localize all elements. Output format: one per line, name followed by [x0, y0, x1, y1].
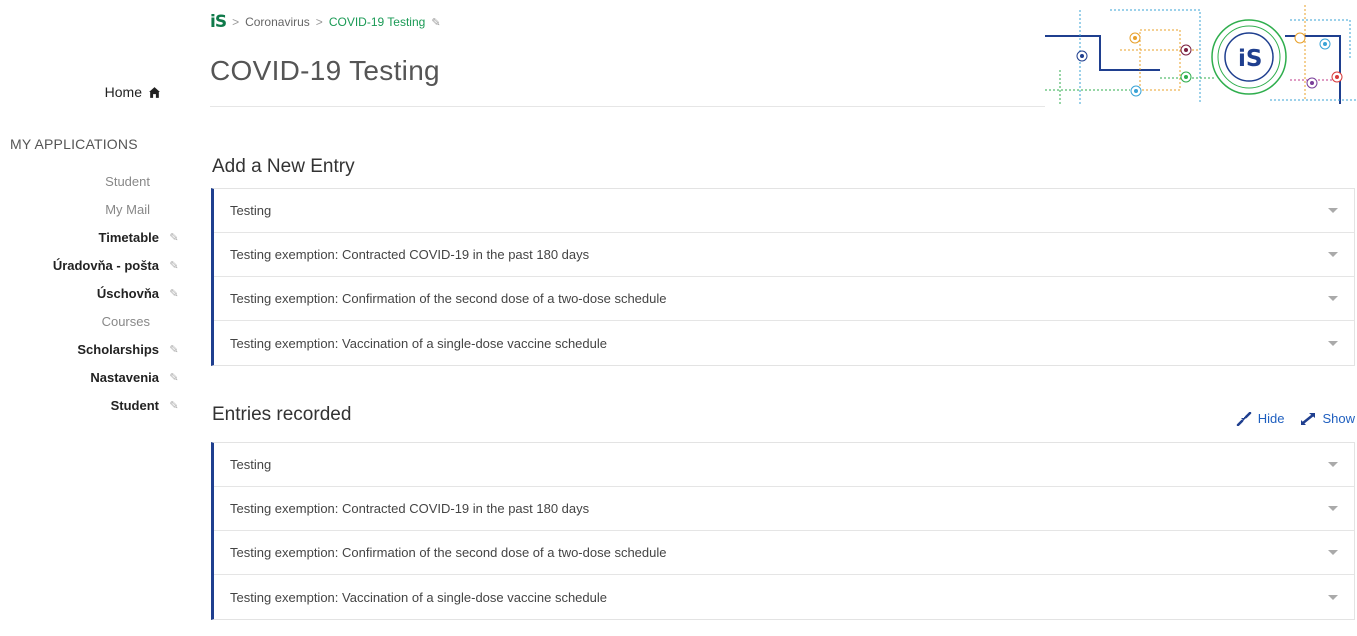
sidebar-item-label: My Mail	[105, 201, 150, 217]
home-link[interactable]: Home	[105, 84, 161, 100]
sidebar-item-label: Student	[105, 173, 150, 189]
breadcrumb-coronavirus[interactable]: Coronavirus	[245, 15, 310, 29]
sidebar-item-label: Student	[110, 397, 159, 413]
sidebar-item[interactable]: Úradovňa - pošta ✎	[0, 251, 185, 279]
chevron-down-icon	[1328, 208, 1338, 213]
row-label: Testing	[230, 457, 272, 472]
accordion-row[interactable]: Testing exemption: Contracted COVID-19 i…	[214, 487, 1354, 531]
accordion-row[interactable]: Testing exemption: Vaccination of a sing…	[214, 575, 1354, 619]
accordion-row[interactable]: Testing exemption: Confirmation of the s…	[214, 277, 1354, 321]
breadcrumb-current[interactable]: COVID-19 Testing	[329, 15, 426, 29]
sidebar-item[interactable]: Nastavenia ✎	[0, 363, 185, 391]
accordion-row[interactable]: Testing exemption: Vaccination of a sing…	[214, 321, 1354, 365]
chevron-down-icon	[1328, 506, 1338, 511]
row-label: Testing exemption: Contracted COVID-19 i…	[230, 501, 590, 516]
breadcrumb-separator: >	[232, 15, 240, 29]
accordion-row[interactable]: Testing exemption: Contracted COVID-19 i…	[214, 233, 1354, 277]
row-label: Testing exemption: Vaccination of a sing…	[230, 335, 607, 351]
row-label: Testing exemption: Contracted COVID-19 i…	[230, 247, 590, 262]
sidebar-item[interactable]: Scholarships ✎	[0, 335, 185, 363]
pin-icon[interactable]: ✎	[163, 287, 185, 300]
accordion-row[interactable]: Testing	[214, 443, 1354, 487]
circuit-banner-logo: iS	[1045, 5, 1357, 105]
chevron-down-icon	[1328, 594, 1338, 600]
sidebar-item-label: Courses	[101, 313, 150, 329]
show-button[interactable]: Show	[1300, 411, 1355, 426]
sidebar: Home MY APPLICATIONS Student My Mail Timet…	[0, 0, 185, 636]
sidebar-item-label: Scholarships	[77, 341, 159, 357]
sidebar-item-label: Úschovňa	[96, 285, 159, 301]
entries-recorded-heading: Entries recorded	[212, 404, 352, 425]
row-label: Testing exemption: Vaccination of a sing…	[230, 589, 607, 605]
pin-icon[interactable]: ✎	[431, 16, 440, 29]
row-label: Testing	[230, 203, 272, 218]
pin-icon[interactable]: ✎	[163, 343, 185, 356]
expand-icon	[1301, 412, 1316, 425]
breadcrumb: iS > Coronavirus > COVID-19 Testing ✎	[210, 12, 441, 32]
chevron-down-icon	[1328, 462, 1338, 467]
hide-label: Hide	[1257, 411, 1285, 426]
page-title: COVID-19 Testing	[210, 55, 440, 86]
pin-icon[interactable]: ✎	[163, 259, 185, 272]
row-label: Testing exemption: Confirmation of the s…	[230, 545, 667, 560]
row-label: Testing exemption: Confirmation of the s…	[230, 291, 667, 306]
sidebar-item[interactable]: My Mail	[0, 195, 185, 223]
sidebar-item[interactable]: Úschovňa ✎	[0, 279, 185, 307]
pin-icon[interactable]: ✎	[163, 371, 185, 384]
sidebar-item[interactable]: Timetable ✎	[0, 223, 185, 251]
chevron-down-icon	[1328, 252, 1338, 257]
add-entry-heading: Add a New Entry	[212, 156, 355, 177]
accordion-row[interactable]: Testing	[214, 189, 1354, 233]
sidebar-item[interactable]: Courses	[0, 307, 185, 335]
sidebar-item[interactable]: Student	[0, 167, 185, 195]
pin-icon[interactable]: ✎	[163, 399, 185, 412]
home-label: Home	[104, 84, 142, 100]
chevron-down-icon	[1328, 550, 1338, 555]
sidebar-item-label: Timetable	[98, 229, 159, 245]
sidebar-item[interactable]: Student ✎	[0, 391, 185, 419]
add-entry-panel: Testing Testing exemption: Contracted CO…	[211, 188, 1355, 366]
is-logo[interactable]: iS	[210, 12, 227, 32]
entries-recorded-panel: Testing Testing exemption: Contracted CO…	[211, 442, 1355, 620]
applications-menu: Student My Mail Timetable ✎ Úradovňa - pošta…	[0, 167, 185, 419]
pin-icon[interactable]: ✎	[163, 231, 185, 244]
accordion-row[interactable]: Testing exemption: Confirmation of the s…	[214, 531, 1354, 575]
breadcrumb-separator: >	[315, 15, 323, 29]
collapse-icon	[1236, 411, 1251, 426]
chevron-down-icon	[1328, 340, 1338, 346]
show-label: Show	[1322, 411, 1355, 426]
hide-show-toggles: Hide Show	[1236, 411, 1355, 426]
svg-text:iS: iS	[1238, 46, 1262, 72]
chevron-down-icon	[1328, 296, 1338, 301]
title-divider	[210, 106, 1045, 107]
sidebar-item-label: Úradovňa - pošta	[52, 257, 159, 273]
my-applications-heading: MY APPLICATIONS	[10, 136, 138, 152]
hide-button[interactable]: Hide	[1236, 411, 1285, 426]
sidebar-item-label: Nastavenia	[90, 369, 159, 385]
home-icon	[149, 86, 160, 98]
